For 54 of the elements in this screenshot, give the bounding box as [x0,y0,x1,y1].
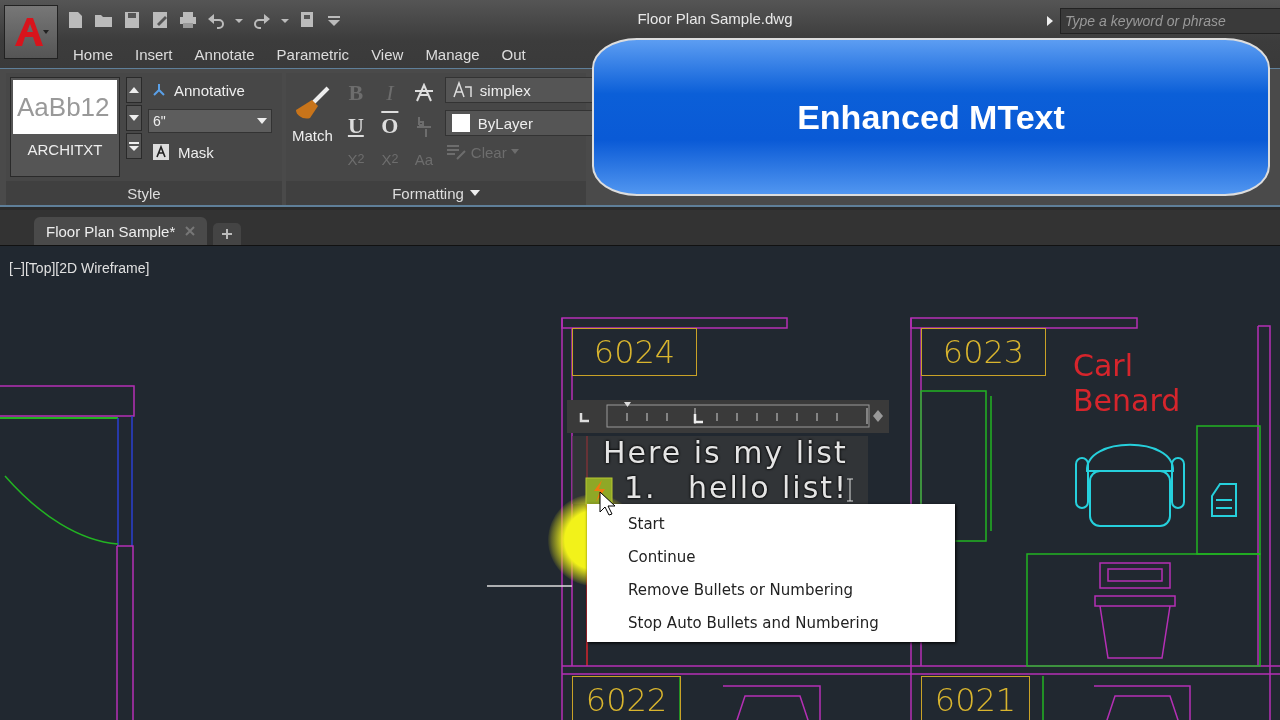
text-cursor-icon [846,478,854,502]
ribbon-tab[interactable]: Annotate [183,45,266,63]
caret-icon[interactable] [469,190,480,196]
annotative-icon [152,83,166,97]
ribbon-tab[interactable]: Home [62,45,124,63]
room-number: 6023 [921,328,1046,376]
expand-gallery-icon[interactable] [126,133,142,159]
menu-item[interactable]: Remove Bullets or Numbering [587,573,955,606]
text-line: hello list! [688,471,849,505]
caret-icon [257,118,267,124]
new-tab-icon[interactable] [213,223,242,245]
room-number: 6024 [572,328,697,376]
panel-title: Style [6,181,282,205]
menu-item[interactable]: Stop Auto Bullets and Numbering [587,606,955,639]
ribbon-tab[interactable]: View [360,45,415,63]
mask-icon [152,143,170,161]
style-preview: AaBb12 [13,80,117,134]
application-menu-button[interactable] [4,5,58,59]
font-dropdown[interactable]: simplex [444,77,595,103]
ribbon-tab[interactable]: Out [490,45,537,63]
document-tab[interactable]: Floor Plan Sample* [34,217,208,245]
match-button[interactable]: Match [290,77,335,177]
caret-icon [510,149,519,155]
room-number: 6022 [572,676,681,720]
underline-button[interactable]: U [340,110,371,142]
list-number: 1. [624,471,657,505]
mask-button[interactable]: Mask [148,139,272,165]
annotative-button[interactable]: Annotative [148,77,272,103]
text-line: Here is my list [603,436,848,470]
ribbon-tab[interactable]: Parametric [265,45,361,63]
expand-icon[interactable] [1046,15,1054,27]
search-field[interactable]: Type a keyword or phrase [1060,8,1280,34]
occupant-name: Carl [1073,348,1134,383]
viewport-label[interactable]: [−][Top][2D Wireframe] [9,260,150,276]
scroll-up-icon[interactable] [126,77,142,103]
clear-format-icon [444,143,467,161]
color-swatch [451,114,470,132]
menu-item[interactable]: Continue [587,540,955,573]
ribbon-tab[interactable]: Insert [124,45,184,63]
text-height-dropdown[interactable]: 6" [148,109,272,133]
menu-item[interactable]: Start [587,507,955,540]
banner-title: Enhanced MText [797,97,1065,137]
occupant-name: Benard [1073,383,1181,418]
text-style-gallery[interactable]: AaBb12 ARCHITXT [10,77,120,177]
text-editor-area[interactable] [572,436,868,504]
ribbon-tab[interactable]: Manage [414,45,491,63]
panel-title: Formatting [286,181,586,205]
scroll-down-icon[interactable] [126,105,142,131]
room-number: 6021 [921,676,1030,720]
overline-button[interactable]: O [374,110,405,142]
color-dropdown[interactable]: ByLayer [444,110,595,136]
style-name: ARCHITXT [26,140,104,160]
window-title: Floor Plan Sample.dwg [636,10,794,27]
font-icon [451,81,472,99]
